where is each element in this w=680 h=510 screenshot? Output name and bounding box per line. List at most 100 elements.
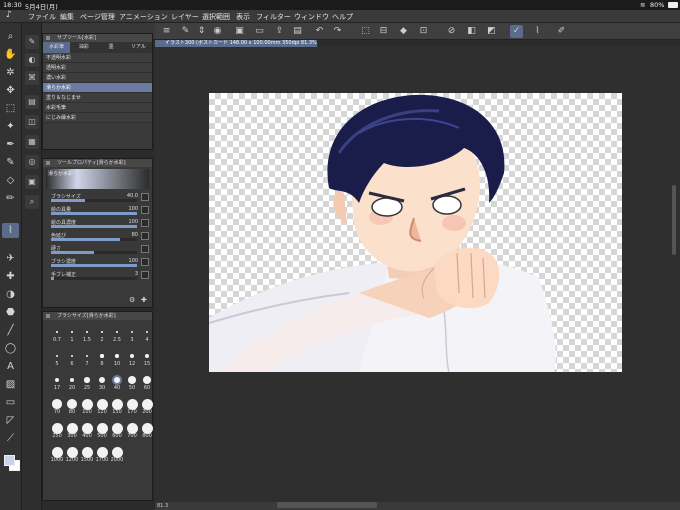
wrench-icon[interactable]: ✚ — [141, 296, 147, 304]
property-row[interactable]: 色延び 80 — [43, 230, 152, 243]
menu-help[interactable]: ヘルプ — [332, 12, 353, 22]
brush-size-dot[interactable] — [113, 376, 121, 384]
brush-size-dot[interactable] — [126, 398, 138, 410]
brush-size-dot[interactable] — [81, 446, 93, 458]
menu-edit[interactable]: 編集 — [60, 12, 74, 22]
tone-icon[interactable]: ◩ — [485, 25, 498, 38]
brush-size-dot[interactable] — [51, 446, 63, 458]
brush-size-dot[interactable] — [81, 398, 93, 410]
undo-icon[interactable]: ↶ — [313, 25, 326, 38]
subtool-item[interactable]: 塗り＆なじませ — [43, 93, 152, 103]
history-icon[interactable]: ◎ — [25, 155, 39, 169]
menu-view[interactable]: 表示 — [236, 12, 250, 22]
property-row[interactable]: 絵の具量 100 — [43, 204, 152, 217]
zoom-icon[interactable]: ⌕ — [2, 29, 19, 44]
property-slider[interactable] — [51, 238, 137, 241]
menu-file[interactable]: ファイル — [28, 12, 56, 22]
search-panel-icon[interactable]: ⌕ — [25, 195, 39, 209]
fill-icon[interactable]: ◆ — [397, 25, 410, 38]
property-slider[interactable] — [51, 199, 137, 202]
canvas-scrollbar[interactable] — [672, 185, 676, 255]
brush-size-dot[interactable] — [131, 331, 133, 333]
menu-layer[interactable]: レイヤー — [171, 12, 199, 22]
oil-group-icon[interactable]: ◐ — [25, 53, 39, 67]
deselect-icon[interactable]: ⊟ — [377, 25, 390, 38]
operation-icon[interactable]: ✲ — [2, 65, 19, 80]
fill-bucket-icon[interactable]: ⬣ — [2, 305, 19, 320]
property-toggle[interactable] — [141, 219, 149, 227]
correct-line-icon[interactable]: ⟋ — [2, 431, 19, 446]
new-file-icon[interactable]: ✎ — [179, 25, 192, 38]
navigator-icon[interactable]: ▦ — [25, 135, 39, 149]
brush-size-dot[interactable] — [101, 331, 103, 333]
property-slider[interactable] — [51, 251, 137, 254]
horizontal-scrollbar[interactable] — [277, 502, 377, 508]
property-row[interactable]: 手ブレ補正 3 — [43, 269, 152, 282]
airbrush-icon[interactable]: ✈ — [2, 251, 19, 266]
brush-size-dot[interactable] — [71, 331, 73, 333]
brush-size-dot[interactable] — [145, 330, 149, 334]
brush-mode-icon[interactable]: ⌇ — [531, 25, 544, 38]
brush-size-dot[interactable] — [96, 422, 108, 434]
watercolor-group-icon[interactable]: ✎ — [25, 35, 39, 49]
brush-size-dot[interactable] — [111, 398, 123, 410]
brush-size-dot[interactable] — [52, 399, 62, 409]
layer-panel-icon[interactable]: ▤ — [25, 95, 39, 109]
brush-size-dot[interactable] — [85, 354, 89, 358]
menu-window[interactable]: ウィンドウ — [294, 12, 329, 22]
brush-size-dot[interactable] — [70, 354, 74, 358]
menu-hamburger-icon[interactable]: ≡ — [160, 25, 173, 38]
brush-size-dot[interactable] — [141, 422, 153, 434]
brush-size-dot[interactable] — [84, 377, 90, 383]
frame-icon[interactable]: ▭ — [2, 395, 19, 410]
brush-size-dot[interactable] — [51, 422, 63, 434]
property-slider[interactable] — [51, 264, 137, 267]
blend-icon[interactable]: ◑ — [2, 287, 19, 302]
ruler-icon[interactable]: ◸ — [2, 413, 19, 428]
property-toggle[interactable] — [141, 206, 149, 214]
property-toggle[interactable] — [141, 193, 149, 201]
brush-size-dot[interactable] — [86, 331, 88, 333]
menu-page[interactable]: ページ管理 — [80, 12, 115, 22]
brush-size-dot[interactable] — [128, 376, 136, 384]
brush-size-dot[interactable] — [69, 377, 75, 383]
brush-size-dot[interactable] — [116, 331, 118, 333]
brush-size-dot[interactable] — [56, 331, 58, 333]
selection-icon[interactable]: ⬚ — [2, 101, 19, 116]
gradient-icon[interactable]: ▨ — [2, 377, 19, 392]
brush-size-dot[interactable] — [54, 377, 60, 383]
menu-animation[interactable]: アニメーション — [119, 12, 168, 22]
brush-size-dot[interactable] — [111, 446, 123, 458]
pencil-icon[interactable]: ✏ — [2, 191, 19, 206]
text-icon[interactable]: A — [2, 359, 19, 374]
ink-group-icon[interactable]: ⌘ — [25, 71, 39, 85]
line-icon[interactable]: ╱ — [2, 323, 19, 338]
illustration-canvas[interactable] — [209, 93, 622, 372]
pen-icon[interactable]: ✎ — [2, 155, 19, 170]
property-row[interactable]: 絵の具濃度 100 — [43, 217, 152, 230]
property-slider[interactable] — [51, 212, 137, 215]
brush-size-dot[interactable] — [81, 422, 93, 434]
info-icon[interactable]: ▣ — [25, 175, 39, 189]
property-toggle[interactable] — [141, 271, 149, 279]
tab-watercolor[interactable]: 水彩筆 — [43, 42, 71, 53]
tab-real[interactable]: リアル — [125, 42, 152, 53]
brush-icon[interactable]: ⌇ — [2, 223, 19, 238]
hand-icon[interactable]: ✋ — [2, 47, 19, 62]
brush-size-dot[interactable] — [115, 354, 119, 358]
eyedropper-icon[interactable]: ✒ — [2, 137, 19, 152]
property-toggle[interactable] — [141, 232, 149, 240]
brush-size-dot[interactable] — [142, 375, 152, 385]
subtool-item[interactable]: 濃い水彩 — [43, 73, 152, 83]
property-row[interactable]: 硬さ — [43, 243, 152, 256]
brush-size-dot[interactable] — [66, 422, 78, 434]
eraser-icon[interactable]: ◇ — [2, 173, 19, 188]
brush-size-dot[interactable] — [130, 354, 134, 358]
pen-mode-icon[interactable]: ✓ — [510, 25, 523, 38]
subtool-item[interactable]: 透明水彩 — [43, 63, 152, 73]
property-row[interactable]: ブラシ濃度 100 — [43, 256, 152, 269]
brush-size-dot[interactable] — [144, 353, 150, 359]
decoration-icon[interactable]: ✚ — [2, 269, 19, 284]
brush-size-dot[interactable] — [100, 354, 104, 358]
move-layer-icon[interactable]: ✥ — [2, 83, 19, 98]
